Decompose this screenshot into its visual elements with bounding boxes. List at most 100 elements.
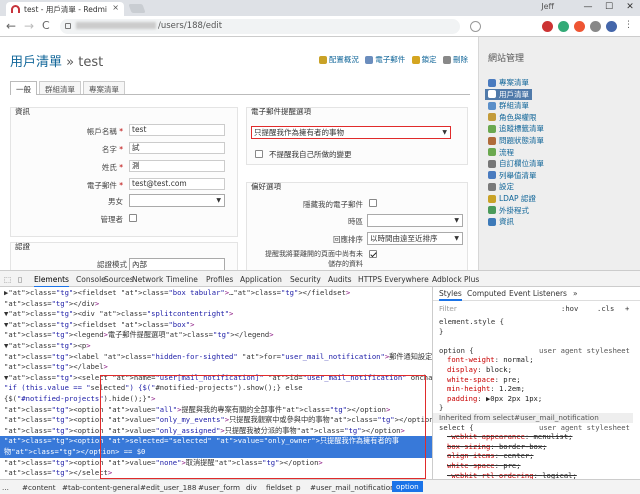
dom-node-line[interactable]: ▶"at">class="tg"><fieldset "at">class="b… [0, 288, 432, 299]
extension-orange-icon[interactable] [574, 21, 585, 32]
devtools-tab[interactable]: HTTPS Everywhere [358, 275, 429, 284]
rule-source-link[interactable]: user agent stylesheet [539, 423, 630, 433]
event-listeners-tab[interactable]: Event Listeners [509, 289, 567, 299]
tab-groups[interactable]: 群組清單 [39, 81, 81, 94]
users-breadcrumb-link[interactable]: 用戶清單 [10, 55, 62, 70]
profile-action[interactable]: 配置概況 [318, 55, 359, 64]
rule-source-link[interactable]: user agent stylesheet [539, 346, 630, 356]
computed-tab[interactable]: Computed [467, 289, 506, 299]
sidebar-item[interactable]: LDAP 認證 [488, 193, 536, 204]
warn-on-leave-checkbox[interactable] [369, 250, 377, 258]
style-rule-line[interactable]: select { [439, 423, 474, 433]
style-rule-line[interactable]: padding: ▶0px 2px 1px; [447, 394, 542, 404]
back-button[interactable]: ← [6, 19, 16, 33]
minimize-button[interactable]: — [578, 0, 598, 16]
menu-icon[interactable]: ⋮ [624, 20, 635, 31]
dom-breadcrumb-item[interactable]: fieldset [266, 483, 293, 492]
devtools-tab[interactable]: Console [76, 275, 106, 284]
sidebar-item[interactable]: 用戶清單 [485, 88, 532, 100]
styles-filter-input[interactable]: Filter [439, 304, 457, 314]
sidebar-item[interactable]: 專案清單 [488, 77, 529, 88]
gender-select[interactable]: ▼ [129, 194, 225, 207]
dom-node-line[interactable]: ▼"at">class="tg"><div "at">class="splitc… [0, 309, 432, 320]
devtools-tab[interactable]: Audits [328, 275, 352, 284]
login-input[interactable]: test [129, 124, 225, 136]
devtools-tab[interactable]: Sources [104, 275, 134, 284]
tab-projects[interactable]: 專案清單 [83, 81, 125, 94]
devtools-tab[interactable]: Security [290, 275, 321, 284]
maximize-button[interactable]: ☐ [599, 0, 619, 16]
style-rule-line[interactable]: option { [439, 346, 474, 356]
star-icon[interactable] [470, 21, 481, 32]
dom-breadcrumb-item[interactable]: #edit_user_188 [140, 483, 196, 492]
style-rule-line[interactable]: white-space: pre; [447, 375, 521, 385]
extension-gray-icon[interactable] [590, 21, 601, 32]
sidebar-item[interactable]: 群組清單 [488, 100, 529, 111]
address-bar[interactable]: /users/188/edit [60, 19, 460, 34]
devtools-tab[interactable]: Network [132, 275, 163, 284]
browser-tab[interactable]: test - 用戶清單 - Redmi × [6, 2, 124, 16]
device-toggle-icon[interactable]: ▯ [18, 275, 22, 284]
dom-breadcrumb-item[interactable]: p [296, 483, 301, 492]
sidebar-item[interactable]: 流程 [488, 147, 514, 158]
mail-notification-select[interactable]: 只提醒我作為擁有者的事物 ▼ [251, 126, 451, 139]
style-rule-line[interactable]: display: block; [447, 365, 512, 375]
firstname-input[interactable]: 試 [129, 142, 225, 154]
dom-breadcrumb-item[interactable]: #content [22, 483, 56, 492]
sidebar-item[interactable]: 列舉值清單 [488, 170, 537, 181]
devtools-tab[interactable]: Timeline [166, 275, 198, 284]
tab-close-icon[interactable]: × [112, 3, 119, 12]
delete-action[interactable]: 刪除 [443, 55, 468, 64]
extension-green-icon[interactable] [558, 21, 569, 32]
dom-breadcrumb-item[interactable]: option [392, 481, 423, 492]
style-rule-line[interactable]: white-space: pre; [447, 461, 521, 471]
close-window-button[interactable]: ✕ [620, 0, 640, 16]
forward-button[interactable]: → [24, 19, 34, 33]
style-rule-line[interactable]: -webkit-rtl-ordering: logical; [447, 471, 577, 479]
inspect-icon[interactable]: ⬚ [4, 275, 11, 284]
devtools-tab[interactable]: Adblock Plus [432, 275, 479, 284]
tab-general[interactable]: 一般 [10, 81, 37, 95]
sidebar-item[interactable]: 設定 [488, 181, 514, 192]
no-self-notified-checkbox[interactable] [255, 150, 263, 158]
hide-mail-checkbox[interactable] [369, 199, 377, 207]
dom-node-line[interactable]: "at">class="tg"><legend>電子郵件提醒選項"at">cla… [0, 330, 432, 341]
admin-checkbox[interactable] [129, 214, 137, 222]
style-rule-line[interactable]: font-weight: normal; [447, 355, 534, 365]
dom-node-line[interactable]: "at">class="tg"><label "at">class="hidde… [0, 352, 432, 363]
extension-blue-icon[interactable] [606, 21, 617, 32]
comments-order-select[interactable]: 以時間由遠至近排序 ▼ [367, 232, 463, 245]
sidebar-item[interactable]: 外掛程式 [488, 205, 529, 216]
style-rule-line[interactable]: } [439, 403, 443, 413]
profile-name[interactable]: Jeff [541, 2, 554, 11]
dom-node-line[interactable]: ▼"at">class="tg"><p> [0, 341, 432, 352]
new-tab-button[interactable] [128, 4, 146, 13]
devtools-tab[interactable]: Application [240, 275, 282, 284]
style-rule-line[interactable]: -webkit-appearance: menulist; [447, 432, 573, 442]
dom-node-line[interactable]: "at">class="tg"></label> [0, 362, 432, 373]
style-rule-line[interactable]: element.style { [439, 317, 504, 327]
sidebar-item[interactable]: 問題狀態清單 [488, 135, 544, 146]
style-rule-line[interactable]: min-height: 1.2em; [447, 384, 525, 394]
style-rule-line[interactable]: Inherited from select#user_mail_notifica… [433, 413, 633, 423]
dom-breadcrumb-item[interactable]: ... [2, 483, 9, 492]
devtools-tab[interactable]: Profiles [206, 275, 233, 284]
sidebar-item[interactable]: 自訂欄位清單 [488, 158, 544, 169]
new-rule-button[interactable]: + [625, 304, 629, 314]
style-rule-line[interactable]: } [439, 327, 443, 337]
sidebar-item[interactable]: 追蹤標籤清單 [488, 123, 544, 134]
dom-breadcrumb-item[interactable]: #tab-content-general [62, 483, 140, 492]
lock-action[interactable]: 鎖定 [411, 55, 437, 64]
auth-mode-select[interactable]: 內部 [129, 258, 225, 270]
reload-button[interactable]: C [42, 19, 50, 33]
dom-node-line[interactable]: ▼"at">class="tg"><fieldset "at">class="b… [0, 320, 432, 331]
class-toggle-button[interactable]: .cls [597, 304, 614, 314]
adblock-extension-icon[interactable] [542, 21, 553, 32]
sidebar-item[interactable]: 資訊 [488, 216, 514, 227]
more-tabs-icon[interactable]: » [573, 289, 578, 299]
email-input[interactable]: test@test.com [129, 178, 225, 190]
dom-breadcrumb-item[interactable]: #user_mail_notification [310, 483, 395, 492]
hover-state-button[interactable]: :hov [561, 304, 578, 314]
dom-node-line[interactable]: "at">class="tg"></div> [0, 299, 432, 310]
timezone-select[interactable]: ▼ [367, 214, 463, 227]
